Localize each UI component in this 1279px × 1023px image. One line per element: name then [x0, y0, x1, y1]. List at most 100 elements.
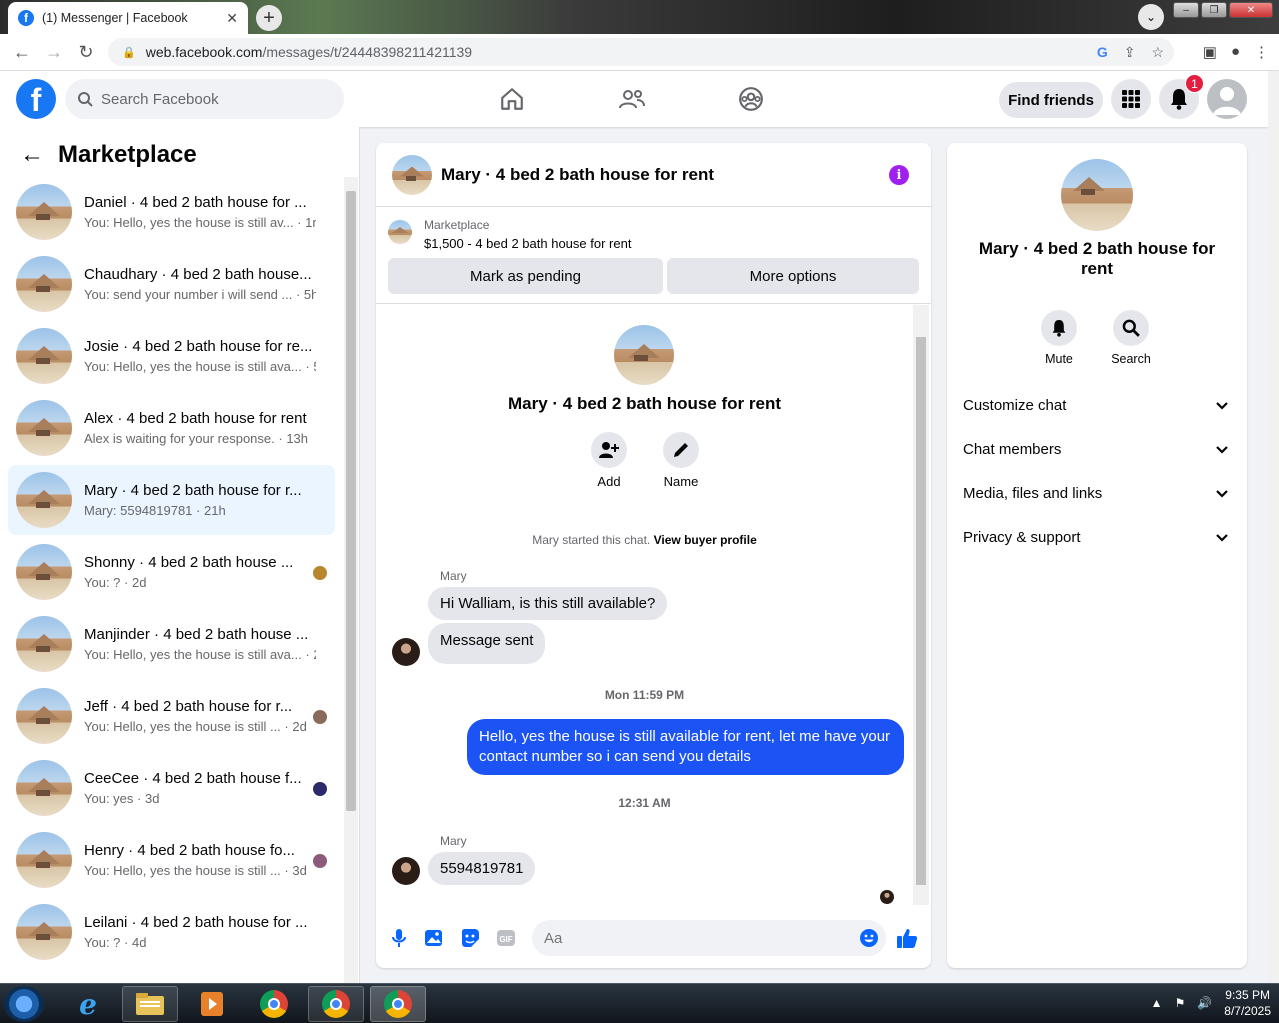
- mark-as-pending-button[interactable]: Mark as pending: [388, 258, 663, 294]
- conversation-item[interactable]: Jeff · 4 bed 2 bath house for r... You: H…: [8, 681, 335, 751]
- lock-icon: 🔒: [122, 46, 136, 59]
- maximize-button[interactable]: ❐: [1201, 2, 1227, 18]
- start-button[interactable]: [4, 986, 44, 1022]
- mute-button[interactable]: Mute: [1029, 310, 1089, 366]
- back-arrow-icon[interactable]: ←: [20, 141, 44, 169]
- gif-icon[interactable]: GIF: [495, 927, 517, 949]
- separator: ·: [293, 215, 306, 230]
- new-tab-button[interactable]: +: [256, 5, 282, 31]
- listing-thumbnail: [16, 688, 72, 744]
- outgoing-message[interactable]: Hello, yes the house is still available …: [467, 719, 904, 775]
- emoji-icon[interactable]: [858, 927, 880, 949]
- show-hidden-icons-icon[interactable]: ▲: [1151, 996, 1163, 1010]
- chrome-icon[interactable]: [246, 986, 302, 1022]
- conversation-item[interactable]: Daniel · 4 bed 2 bath house for ... You: …: [8, 177, 335, 247]
- internet-explorer-icon[interactable]: e: [60, 986, 116, 1022]
- view-buyer-profile-link[interactable]: View buyer profile: [654, 533, 757, 547]
- sidebar-scrollbar[interactable]: [344, 177, 358, 983]
- address-bar[interactable]: 🔒 web.facebook.com/messages/t/2444839821…: [108, 38, 1174, 66]
- conversation-item[interactable]: Mary · 4 bed 2 bath house for r... Mary: …: [8, 465, 335, 535]
- search-facebook-input[interactable]: Search Facebook: [65, 79, 344, 119]
- microphone-icon[interactable]: [388, 927, 410, 949]
- customize-chat-row[interactable]: Customize chat: [963, 385, 1233, 425]
- tab-search-button[interactable]: ⌄: [1138, 4, 1164, 30]
- side-panel-icon[interactable]: ▣: [1203, 43, 1217, 61]
- name-chat-button[interactable]: Name: [651, 432, 711, 489]
- friends-icon[interactable]: [612, 81, 652, 117]
- back-icon[interactable]: ←: [6, 36, 38, 68]
- conversation-item[interactable]: Alex · 4 bed 2 bath house for rent Alex i…: [8, 393, 335, 463]
- listing-price-title[interactable]: $1,500 - 4 bed 2 bath house for rent: [424, 236, 631, 251]
- browser-menu-icon[interactable]: ⋮: [1254, 43, 1269, 61]
- profile-icon[interactable]: ●: [1231, 43, 1240, 61]
- search-in-conversation-button[interactable]: Search: [1101, 310, 1161, 366]
- conversation-item[interactable]: Shonny · 4 bed 2 bath house ... You: ? · …: [8, 537, 335, 607]
- chat-scrollbar[interactable]: [913, 305, 929, 905]
- browser-toolbar: ← → ↻ 🔒 web.facebook.com/messages/t/2444…: [0, 34, 1279, 71]
- preview-text: You: ?: [84, 575, 121, 590]
- listing-thumbnail[interactable]: [388, 220, 412, 244]
- media-files-links-row[interactable]: Media, files and links: [963, 473, 1233, 513]
- volume-icon[interactable]: 🔊: [1197, 996, 1212, 1010]
- sender-name: Mary: [440, 569, 467, 583]
- add-people-button[interactable]: Add: [579, 432, 639, 489]
- row-label: Media, files and links: [963, 484, 1103, 502]
- preview-time: 5h: [313, 359, 316, 374]
- bookmark-star-icon[interactable]: ☆: [1151, 44, 1164, 61]
- conversation-item[interactable]: Josie · 4 bed 2 bath house for re... You:…: [8, 321, 335, 391]
- more-options-button[interactable]: More options: [667, 258, 919, 294]
- chat-members-row[interactable]: Chat members: [963, 429, 1233, 469]
- separator: ·: [120, 575, 132, 590]
- timestamp: Mon 11:59 PM: [604, 688, 685, 702]
- photo-icon[interactable]: [423, 927, 445, 949]
- info-icon[interactable]: i: [889, 165, 909, 185]
- bell-icon: [1052, 320, 1066, 337]
- mary-avatar[interactable]: [392, 638, 420, 666]
- chat-title[interactable]: Mary · 4 bed 2 bath house for rent: [441, 165, 714, 185]
- svg-text:GIF: GIF: [499, 935, 512, 944]
- find-friends-button[interactable]: Find friends: [999, 82, 1103, 118]
- clock[interactable]: 9:35 PM 8/7/2025: [1224, 987, 1271, 1019]
- facebook-logo-icon[interactable]: f: [16, 79, 56, 119]
- close-tab-icon[interactable]: ✕: [226, 10, 238, 27]
- message-input[interactable]: [532, 920, 886, 956]
- thumbs-up-icon[interactable]: [896, 927, 918, 949]
- mary-avatar[interactable]: [392, 857, 420, 885]
- chat-listing-thumbnail[interactable]: [392, 154, 432, 195]
- chrome-active-window-icon[interactable]: [370, 986, 426, 1022]
- system-tray: ▲ ⚑ 🔊 9:35 PM 8/7/2025: [1151, 987, 1271, 1019]
- share-icon[interactable]: ⇪: [1124, 44, 1136, 61]
- home-icon[interactable]: [492, 81, 532, 117]
- conversation-item[interactable]: Manjinder · 4 bed 2 bath house ... You: H…: [8, 609, 335, 679]
- minimize-button[interactable]: –: [1173, 2, 1199, 18]
- info-listing-thumbnail[interactable]: [1061, 159, 1133, 231]
- separator: ·: [292, 287, 304, 302]
- forward-icon[interactable]: →: [38, 36, 70, 68]
- conversation-name: Shonny · 4 bed 2 bath house ...: [84, 554, 294, 571]
- reload-icon[interactable]: ↻: [70, 36, 102, 68]
- groups-icon[interactable]: [731, 81, 771, 117]
- incoming-message[interactable]: 5594819781: [428, 852, 536, 885]
- media-player-icon[interactable]: [184, 986, 240, 1022]
- menu-grid-icon[interactable]: [1111, 79, 1151, 119]
- conversation-name: Chaudhary · 4 bed 2 bath house...: [84, 266, 312, 283]
- search-icon: [78, 92, 93, 107]
- chrome-profile-icon[interactable]: [308, 986, 364, 1022]
- clock-date: 8/7/2025: [1224, 1004, 1271, 1018]
- account-avatar[interactable]: [1207, 79, 1247, 119]
- conversation-preview: You: Hello, yes the house is still ava..…: [84, 359, 316, 374]
- file-explorer-icon[interactable]: [122, 986, 178, 1022]
- sticker-icon[interactable]: [459, 927, 481, 949]
- browser-tab[interactable]: f (1) Messenger | Facebook ✕: [8, 2, 248, 34]
- incoming-message[interactable]: Hi Walliam, is this still available?: [428, 587, 668, 620]
- network-icon[interactable]: ⚑: [1175, 996, 1186, 1010]
- privacy-support-row[interactable]: Privacy & support: [963, 517, 1233, 557]
- conversation-item[interactable]: Leilani · 4 bed 2 bath house for ... You:…: [8, 897, 335, 967]
- google-icon[interactable]: G: [1097, 44, 1108, 61]
- window-close-button[interactable]: ✕: [1229, 2, 1273, 18]
- conversation-item[interactable]: Henry · 4 bed 2 bath house fo... You: Hel…: [8, 825, 335, 895]
- page-scrollbar[interactable]: [1268, 71, 1279, 983]
- conversation-item[interactable]: Chaudhary · 4 bed 2 bath house... You: se…: [8, 249, 335, 319]
- incoming-message[interactable]: Message sent: [428, 623, 546, 664]
- conversation-item[interactable]: CeeCee · 4 bed 2 bath house f... You: yes…: [8, 753, 335, 823]
